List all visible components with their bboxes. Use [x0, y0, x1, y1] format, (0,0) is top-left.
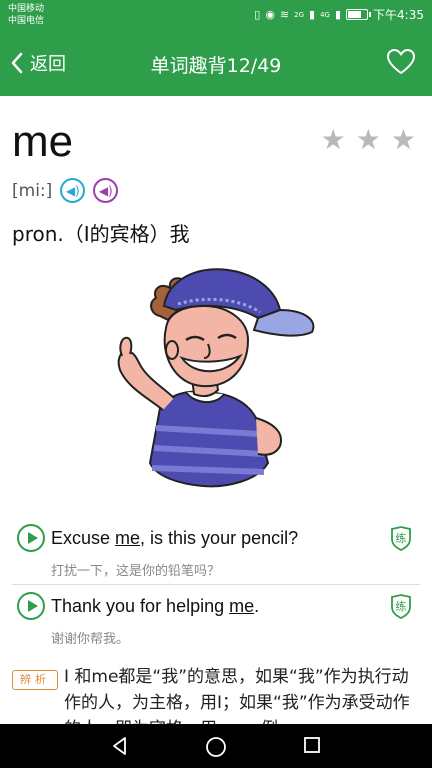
page-title: 单词趣背12/49: [150, 55, 282, 77]
example-english: Thank you for helping me.: [51, 596, 260, 616]
speaker-icon[interactable]: ◀): [60, 178, 86, 203]
word-title: me: [12, 117, 74, 166]
practice-icon[interactable]: 练: [390, 526, 412, 551]
nav-recents-icon[interactable]: [303, 736, 321, 754]
example-english: Excuse me, is this your pencil?: [51, 528, 299, 548]
nav-home-icon[interactable]: [205, 736, 227, 758]
battery-icon: [346, 9, 372, 20]
divider: [12, 584, 420, 585]
wifi-icon: ≋: [279, 8, 290, 21]
status-icons: ▯ ◉ ≋ 2G ▮ 4G ▮ 下午4:35: [254, 6, 424, 23]
carrier-1: 中国移动: [8, 4, 45, 14]
highlighted-word: me: [229, 596, 255, 616]
practice-label: 练: [396, 599, 407, 613]
system-nav-bar: [0, 724, 432, 768]
eye-icon: ◉: [265, 8, 275, 21]
favorite-button[interactable]: [386, 48, 416, 80]
pronunciation-row: [mi:] ◀) ◀): [12, 178, 119, 203]
signal-icon-2: ▮: [334, 8, 342, 21]
practice-icon[interactable]: 练: [390, 594, 412, 619]
star-icon[interactable]: ★: [391, 126, 416, 154]
definition: pron.（I的宾格）我: [12, 222, 190, 246]
star-icon[interactable]: ★: [356, 126, 381, 154]
heart-icon: [387, 49, 415, 74]
play-icon[interactable]: [17, 524, 45, 552]
vibrate-icon: ▯: [254, 8, 261, 21]
network-4g-label: 4G: [320, 10, 330, 19]
signal-icon: ▮: [309, 8, 316, 21]
phonetic: [mi:]: [12, 180, 53, 201]
network-2g-label: 2G: [294, 10, 305, 19]
example-chinese: 谢谢你帮我。: [51, 632, 130, 647]
clock: 下午4:35: [373, 8, 424, 22]
speaker-icon[interactable]: ◀): [93, 178, 119, 203]
carrier-2: 中国电信: [8, 16, 45, 26]
status-bar: 中国移动 中国电信 ▯ ◉ ≋ 2G ▮ 4G ▮ 下午4:35: [0, 0, 432, 32]
star-icon[interactable]: ★: [321, 126, 346, 154]
highlighted-word: me: [115, 528, 141, 548]
play-icon[interactable]: [17, 592, 45, 620]
nav-back-icon[interactable]: [110, 736, 130, 756]
practice-label: 练: [396, 531, 407, 545]
star-rating[interactable]: ★ ★ ★: [321, 126, 416, 154]
app-bar: 返回 单词趣背12/49: [0, 32, 432, 96]
cartoon-boy-illustration: [117, 268, 315, 488]
example-item: Excuse me, is this your pencil? 打扰一下，这是你…: [0, 520, 432, 588]
analysis-badge: 辨析: [12, 670, 58, 690]
example-item: Thank you for helping me. 谢谢你帮我。 练: [0, 588, 432, 656]
example-chinese: 打扰一下，这是你的铅笔吗？: [51, 564, 221, 579]
